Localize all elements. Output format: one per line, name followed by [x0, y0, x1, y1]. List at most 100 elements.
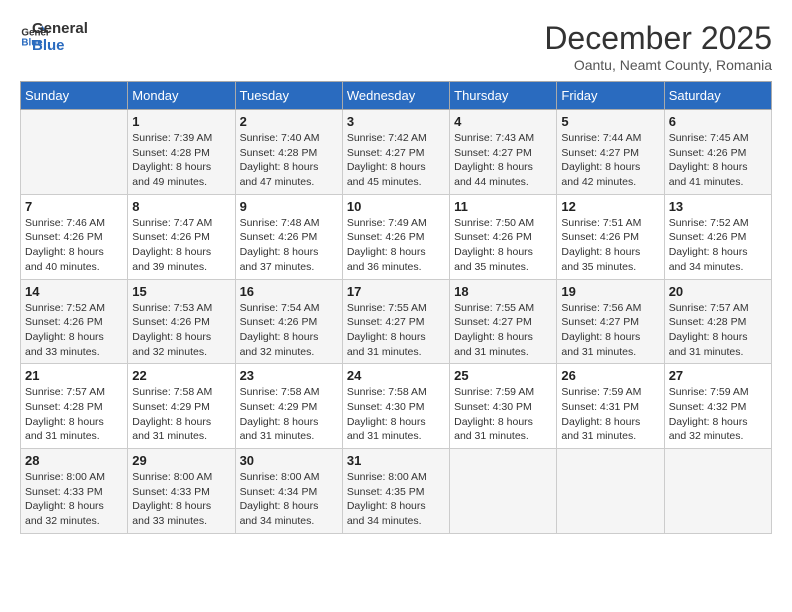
day-info: Sunrise: 7:58 AM Sunset: 4:29 PM Dayligh… — [132, 385, 230, 444]
logo-line2: Blue — [32, 37, 88, 54]
day-number: 14 — [25, 284, 123, 299]
day-number: 10 — [347, 199, 445, 214]
header-sunday: Sunday — [21, 82, 128, 110]
week-row-5: 28Sunrise: 8:00 AM Sunset: 4:33 PM Dayli… — [21, 449, 772, 534]
day-info: Sunrise: 7:52 AM Sunset: 4:26 PM Dayligh… — [25, 301, 123, 360]
calendar-cell: 23 Sunrise: 7:58 AM Sunset: 4:29 PM Dayli… — [235, 364, 342, 449]
header-monday: Monday — [128, 82, 235, 110]
calendar-cell: 10 Sunrise: 7:49 AM Sunset: 4:26 PM Dayli… — [342, 194, 449, 279]
logo: General Blue General Blue — [20, 20, 88, 55]
day-number: 30 — [240, 453, 338, 468]
day-number: 31 — [347, 453, 445, 468]
logo-line1: General — [32, 20, 88, 37]
calendar-cell: 2 Sunrise: 7:40 AM Sunset: 4:28 PM Daylig… — [235, 110, 342, 195]
week-row-1: 1 Sunrise: 7:39 AM Sunset: 4:28 PM Daylig… — [21, 110, 772, 195]
day-number: 11 — [454, 199, 552, 214]
day-number: 16 — [240, 284, 338, 299]
day-number: 18 — [454, 284, 552, 299]
day-info: Sunrise: 7:39 AM Sunset: 4:28 PM Dayligh… — [132, 131, 230, 190]
day-info: Sunrise: 7:59 AM Sunset: 4:32 PM Dayligh… — [669, 385, 767, 444]
day-number: 20 — [669, 284, 767, 299]
day-number: 8 — [132, 199, 230, 214]
header-thursday: Thursday — [450, 82, 557, 110]
header-friday: Friday — [557, 82, 664, 110]
calendar-cell: 4 Sunrise: 7:43 AM Sunset: 4:27 PM Daylig… — [450, 110, 557, 195]
title-block: December 2025 Oantu, Neamt County, Roman… — [544, 20, 772, 73]
calendar-table: SundayMondayTuesdayWednesdayThursdayFrid… — [20, 81, 772, 534]
header-wednesday: Wednesday — [342, 82, 449, 110]
day-info: Sunrise: 7:43 AM Sunset: 4:27 PM Dayligh… — [454, 131, 552, 190]
calendar-cell: 9 Sunrise: 7:48 AM Sunset: 4:26 PM Daylig… — [235, 194, 342, 279]
week-row-2: 7Sunrise: 7:46 AM Sunset: 4:26 PM Daylig… — [21, 194, 772, 279]
day-number: 24 — [347, 368, 445, 383]
day-number: 22 — [132, 368, 230, 383]
calendar-cell: 11Sunrise: 7:50 AM Sunset: 4:26 PM Dayli… — [450, 194, 557, 279]
day-number: 21 — [25, 368, 123, 383]
day-number: 1 — [132, 114, 230, 129]
calendar-cell: 24 Sunrise: 7:58 AM Sunset: 4:30 PM Dayli… — [342, 364, 449, 449]
calendar-cell: 28Sunrise: 8:00 AM Sunset: 4:33 PM Dayli… — [21, 449, 128, 534]
calendar-body: 1 Sunrise: 7:39 AM Sunset: 4:28 PM Daylig… — [21, 110, 772, 534]
calendar-cell: 26 Sunrise: 7:59 AM Sunset: 4:31 PM Dayli… — [557, 364, 664, 449]
day-info: Sunrise: 7:56 AM Sunset: 4:27 PM Dayligh… — [561, 301, 659, 360]
day-info: Sunrise: 7:52 AM Sunset: 4:26 PM Dayligh… — [669, 216, 767, 275]
day-number: 23 — [240, 368, 338, 383]
day-info: Sunrise: 7:40 AM Sunset: 4:28 PM Dayligh… — [240, 131, 338, 190]
week-row-4: 21 Sunrise: 7:57 AM Sunset: 4:28 PM Dayli… — [21, 364, 772, 449]
day-number: 26 — [561, 368, 659, 383]
day-number: 2 — [240, 114, 338, 129]
calendar-cell: 14 Sunrise: 7:52 AM Sunset: 4:26 PM Dayli… — [21, 279, 128, 364]
calendar-cell: 19 Sunrise: 7:56 AM Sunset: 4:27 PM Dayli… — [557, 279, 664, 364]
calendar-cell: 21 Sunrise: 7:57 AM Sunset: 4:28 PM Dayli… — [21, 364, 128, 449]
calendar-cell: 30 Sunrise: 8:00 AM Sunset: 4:34 PM Dayli… — [235, 449, 342, 534]
day-info: Sunrise: 7:53 AM Sunset: 4:26 PM Dayligh… — [132, 301, 230, 360]
calendar-cell: 1 Sunrise: 7:39 AM Sunset: 4:28 PM Daylig… — [128, 110, 235, 195]
day-number: 5 — [561, 114, 659, 129]
page-header: General Blue General Blue December 2025 … — [20, 20, 772, 73]
calendar-cell: 25 Sunrise: 7:59 AM Sunset: 4:30 PM Dayli… — [450, 364, 557, 449]
day-info: Sunrise: 7:47 AM Sunset: 4:26 PM Dayligh… — [132, 216, 230, 275]
calendar-cell: 29Sunrise: 8:00 AM Sunset: 4:33 PM Dayli… — [128, 449, 235, 534]
day-info: Sunrise: 7:59 AM Sunset: 4:30 PM Dayligh… — [454, 385, 552, 444]
calendar-cell — [664, 449, 771, 534]
day-number: 25 — [454, 368, 552, 383]
day-info: Sunrise: 7:55 AM Sunset: 4:27 PM Dayligh… — [454, 301, 552, 360]
day-info: Sunrise: 8:00 AM Sunset: 4:34 PM Dayligh… — [240, 470, 338, 529]
day-number: 15 — [132, 284, 230, 299]
day-number: 19 — [561, 284, 659, 299]
calendar-cell: 12Sunrise: 7:51 AM Sunset: 4:26 PM Dayli… — [557, 194, 664, 279]
month-title: December 2025 — [544, 20, 772, 57]
calendar-cell: 16 Sunrise: 7:54 AM Sunset: 4:26 PM Dayli… — [235, 279, 342, 364]
day-info: Sunrise: 7:58 AM Sunset: 4:30 PM Dayligh… — [347, 385, 445, 444]
day-number: 7 — [25, 199, 123, 214]
day-info: Sunrise: 7:42 AM Sunset: 4:27 PM Dayligh… — [347, 131, 445, 190]
day-number: 12 — [561, 199, 659, 214]
calendar-cell — [450, 449, 557, 534]
calendar-cell — [557, 449, 664, 534]
calendar-cell: 13 Sunrise: 7:52 AM Sunset: 4:26 PM Dayli… — [664, 194, 771, 279]
day-info: Sunrise: 7:58 AM Sunset: 4:29 PM Dayligh… — [240, 385, 338, 444]
day-number: 9 — [240, 199, 338, 214]
location-subtitle: Oantu, Neamt County, Romania — [544, 57, 772, 73]
day-info: Sunrise: 7:44 AM Sunset: 4:27 PM Dayligh… — [561, 131, 659, 190]
calendar-cell: 31 Sunrise: 8:00 AM Sunset: 4:35 PM Dayli… — [342, 449, 449, 534]
calendar-cell: 18 Sunrise: 7:55 AM Sunset: 4:27 PM Dayli… — [450, 279, 557, 364]
header-tuesday: Tuesday — [235, 82, 342, 110]
calendar-cell — [21, 110, 128, 195]
calendar-cell: 27 Sunrise: 7:59 AM Sunset: 4:32 PM Dayli… — [664, 364, 771, 449]
calendar-cell: 7Sunrise: 7:46 AM Sunset: 4:26 PM Daylig… — [21, 194, 128, 279]
day-info: Sunrise: 7:54 AM Sunset: 4:26 PM Dayligh… — [240, 301, 338, 360]
day-info: Sunrise: 7:49 AM Sunset: 4:26 PM Dayligh… — [347, 216, 445, 275]
day-number: 13 — [669, 199, 767, 214]
calendar-header-row: SundayMondayTuesdayWednesdayThursdayFrid… — [21, 82, 772, 110]
day-info: Sunrise: 8:00 AM Sunset: 4:33 PM Dayligh… — [132, 470, 230, 529]
day-info: Sunrise: 7:59 AM Sunset: 4:31 PM Dayligh… — [561, 385, 659, 444]
calendar-cell: 17Sunrise: 7:55 AM Sunset: 4:27 PM Dayli… — [342, 279, 449, 364]
day-number: 6 — [669, 114, 767, 129]
day-number: 27 — [669, 368, 767, 383]
day-number: 4 — [454, 114, 552, 129]
day-number: 17 — [347, 284, 445, 299]
day-info: Sunrise: 8:00 AM Sunset: 4:35 PM Dayligh… — [347, 470, 445, 529]
day-info: Sunrise: 7:48 AM Sunset: 4:26 PM Dayligh… — [240, 216, 338, 275]
day-info: Sunrise: 7:57 AM Sunset: 4:28 PM Dayligh… — [25, 385, 123, 444]
